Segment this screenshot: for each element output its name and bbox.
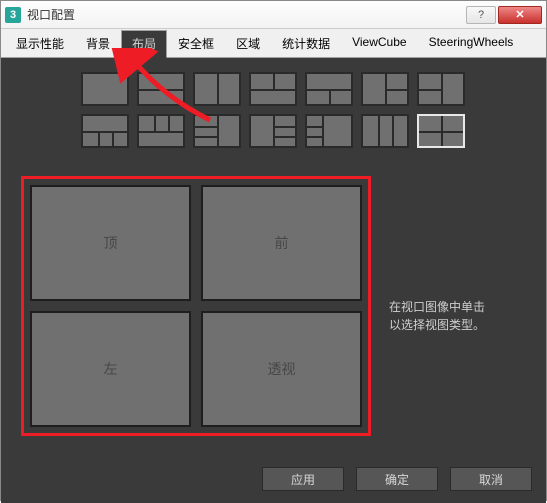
ok-button[interactable]: 确定 <box>356 467 438 491</box>
help-button[interactable]: ? <box>466 6 496 24</box>
window-buttons: ? ✕ <box>466 6 542 24</box>
app-icon: 3 <box>5 7 21 23</box>
layout-thumb-3[interactable] <box>193 72 241 106</box>
viewport-preview-grid: 顶 前 左 透视 <box>30 185 362 427</box>
tab-display-performance[interactable]: 显示性能 <box>5 30 75 58</box>
close-button[interactable]: ✕ <box>498 6 542 24</box>
tab-safe-frames[interactable]: 安全框 <box>167 30 225 58</box>
layout-thumb-7[interactable] <box>417 72 465 106</box>
tab-regions[interactable]: 区域 <box>225 30 271 58</box>
layout-thumb-4[interactable] <box>249 72 297 106</box>
tab-steeringwheels[interactable]: SteeringWheels <box>418 30 525 58</box>
instruction-text: 在视口图像中单击 以选择视图类型。 <box>389 298 519 334</box>
layout-thumb-8[interactable] <box>81 114 129 148</box>
tab-background[interactable]: 背景 <box>75 30 121 58</box>
viewport-cell-top[interactable]: 顶 <box>30 185 191 301</box>
apply-button[interactable]: 应用 <box>262 467 344 491</box>
viewport-cell-front[interactable]: 前 <box>201 185 362 301</box>
layout-thumb-9[interactable] <box>137 114 185 148</box>
cancel-button[interactable]: 取消 <box>450 467 532 491</box>
tab-layout[interactable]: 布局 <box>121 30 167 58</box>
layout-thumb-2[interactable] <box>137 72 185 106</box>
viewport-cell-left[interactable]: 左 <box>30 311 191 427</box>
layout-thumbnail-grid <box>81 72 465 156</box>
layout-thumb-11[interactable] <box>249 114 297 148</box>
layout-thumb-13[interactable] <box>361 114 409 148</box>
layout-thumb-5[interactable] <box>305 72 353 106</box>
layout-thumb-6[interactable] <box>361 72 409 106</box>
instruction-line1: 在视口图像中单击 <box>389 300 485 314</box>
window-title: 视口配置 <box>27 6 466 23</box>
layout-thumb-10[interactable] <box>193 114 241 148</box>
title-bar: 3 视口配置 ? ✕ <box>1 1 546 29</box>
layout-thumb-14[interactable] <box>417 114 465 148</box>
content-panel: 顶 前 左 透视 在视口图像中单击 以选择视图类型。 应用 确定 取消 <box>1 58 546 503</box>
tab-viewcube[interactable]: ViewCube <box>341 30 417 58</box>
layout-thumb-1[interactable] <box>81 72 129 106</box>
tab-statistics[interactable]: 统计数据 <box>271 30 341 58</box>
instruction-line2: 以选择视图类型。 <box>389 318 485 332</box>
preview-highlight-box: 顶 前 左 透视 <box>21 176 371 436</box>
thumb-row-2 <box>81 114 465 148</box>
dialog-window: 3 视口配置 ? ✕ 显示性能 背景 布局 安全框 区域 统计数据 ViewCu… <box>0 0 547 501</box>
layout-thumb-12[interactable] <box>305 114 353 148</box>
thumb-row-1 <box>81 72 465 106</box>
dialog-button-row: 应用 确定 取消 <box>262 467 532 491</box>
tab-bar: 显示性能 背景 布局 安全框 区域 统计数据 ViewCube Steering… <box>1 29 546 58</box>
viewport-cell-perspective[interactable]: 透视 <box>201 311 362 427</box>
